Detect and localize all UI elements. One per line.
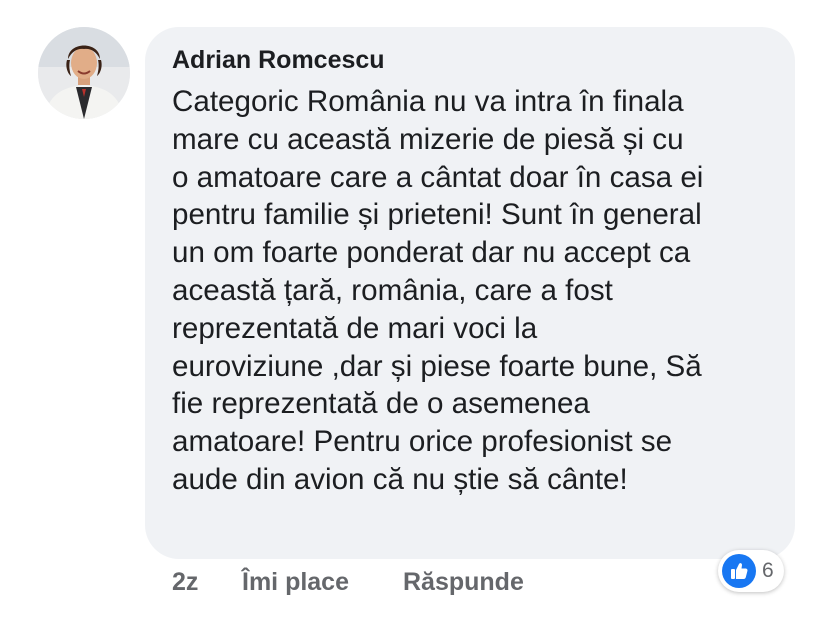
comment-text-line: mare cu această mizerie de piesă și cu (172, 122, 684, 156)
avatar[interactable] (38, 27, 130, 119)
comment-text-line: amatoare! Pentru orice profesionist se (172, 425, 673, 459)
comment-timestamp[interactable]: 2z (172, 566, 198, 598)
thumbs-up-icon (722, 554, 756, 588)
comment-text: Categoric România nu va intra în finala … (172, 83, 772, 499)
comment-text-line: reprezentată de mari voci la (172, 311, 538, 345)
reactions-summary[interactable]: 6 (718, 550, 784, 592)
comment-author[interactable]: Adrian Romcescu (172, 43, 775, 77)
comment-text-line: euroviziune ,dar și piese foarte bune, S… (172, 349, 702, 383)
comment-text-line: aude din avion că nu știe să cânte! (172, 462, 628, 496)
like-button[interactable]: Îmi place (242, 566, 349, 598)
comment-text-line: Categoric România nu va intra în finala (172, 85, 684, 118)
reaction-count: 6 (762, 559, 774, 582)
comment-text-line: această țară, românia, care a fost (172, 273, 613, 307)
comment-text-line: un om foarte ponderat dar nu accept ca (172, 236, 691, 270)
comment-text-line: pentru familie și prieteni! Sunt în gene… (172, 198, 702, 232)
reply-button[interactable]: Răspunde (403, 566, 524, 598)
comment-text-line: o amatoare care a cântat doar în casa ei (172, 160, 704, 194)
comment-text-line: fie reprezentată de o asemenea (172, 387, 590, 421)
comment-bubble: Adrian Romcescu Categoric România nu va … (145, 27, 795, 559)
